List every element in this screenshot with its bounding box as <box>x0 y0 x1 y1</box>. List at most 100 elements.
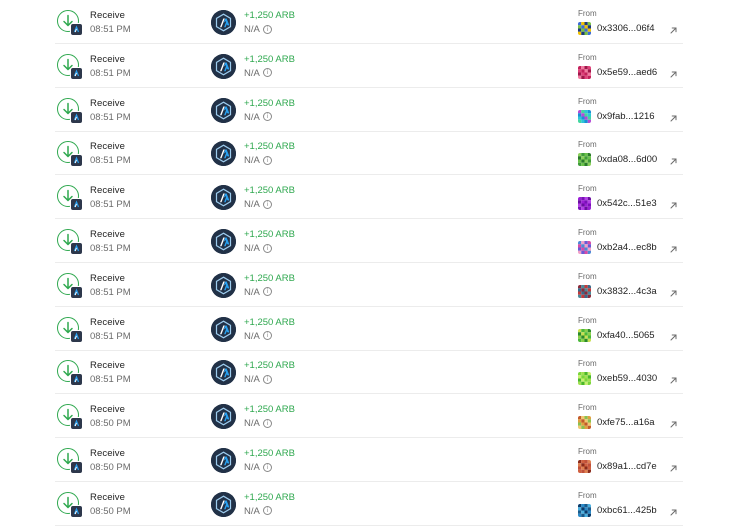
receive-icon <box>57 448 85 476</box>
receive-icon <box>57 53 85 82</box>
external-link-icon[interactable] <box>669 22 679 34</box>
transaction-time: 08:51 PM <box>90 24 131 35</box>
transaction-row[interactable]: Receive 08:50 PM +1,250 ARB N/A i From 0… <box>55 395 683 439</box>
from-label: From <box>578 140 597 150</box>
transaction-row[interactable]: Receive 08:51 PM +1,250 ARB N/A i From 0… <box>55 132 683 176</box>
transaction-type: Receive <box>90 229 126 240</box>
from-label: From <box>578 359 597 369</box>
arbitrum-token-icon <box>211 53 236 79</box>
info-icon[interactable]: i <box>263 374 272 384</box>
info-icon[interactable]: i <box>263 462 272 472</box>
arbitrum-badge-icon <box>70 461 83 474</box>
arbitrum-token-icon <box>211 404 236 430</box>
receive-icon <box>57 491 85 520</box>
from-address[interactable]: 0xda08...6d00 <box>597 154 657 165</box>
transaction-row[interactable]: Receive 08:51 PM +1,250 ARB N/A i From 0… <box>55 351 683 395</box>
arbitrum-badge-icon <box>70 285 83 299</box>
transaction-amount: +1,250 ARB <box>244 97 295 109</box>
address-avatar <box>578 153 591 167</box>
external-link-icon[interactable] <box>669 416 679 428</box>
transaction-time: 08:51 PM <box>90 67 131 79</box>
arbitrum-token-icon <box>211 229 236 254</box>
transaction-type: Receive <box>90 53 126 65</box>
arbitrum-badge-icon <box>70 417 83 431</box>
transaction-amount: +1,250 ARB <box>244 10 295 21</box>
address-avatar <box>578 197 591 211</box>
transaction-time: 08:51 PM <box>90 155 131 167</box>
transaction-type: Receive <box>90 10 126 21</box>
receive-icon <box>57 185 85 213</box>
external-link-icon[interactable] <box>669 329 679 341</box>
external-link-icon[interactable] <box>669 66 679 78</box>
info-icon[interactable]: i <box>263 506 272 516</box>
external-link-icon[interactable] <box>669 110 679 122</box>
from-label: From <box>578 315 597 325</box>
transaction-amount: +1,250 ARB <box>244 448 295 459</box>
from-address[interactable]: 0x3306...06f4 <box>597 23 655 34</box>
external-link-icon[interactable] <box>669 372 679 384</box>
transaction-type: Receive <box>90 491 126 503</box>
transaction-row[interactable]: Receive 08:51 PM +1,250 ARB N/A i From 0… <box>55 308 683 351</box>
transaction-row[interactable]: Receive 08:51 PM +1,250 ARB N/A i From 0… <box>55 45 683 88</box>
transaction-value: N/A <box>244 505 260 517</box>
transaction-time: 08:50 PM <box>90 462 131 473</box>
external-link-icon[interactable] <box>669 460 679 472</box>
info-icon[interactable]: i <box>263 24 272 34</box>
from-label: From <box>578 9 597 18</box>
external-link-icon[interactable] <box>669 197 679 209</box>
transaction-row[interactable]: Receive 08:50 PM +1,250 ARB N/A i From 0… <box>55 439 683 482</box>
address-avatar <box>578 503 591 517</box>
arbitrum-badge-icon <box>70 23 83 36</box>
from-address[interactable]: 0xfe75...a16a <box>597 417 655 428</box>
transaction-type: Receive <box>90 185 126 197</box>
from-address[interactable]: 0xeb59...4030 <box>597 373 657 384</box>
from-address[interactable]: 0x89a1...cd7e <box>597 461 657 472</box>
transaction-amount: +1,250 ARB <box>244 360 295 372</box>
from-address[interactable]: 0x542c...51e3 <box>597 198 657 209</box>
transaction-row[interactable]: Receive 08:51 PM +1,250 ARB N/A i From 0… <box>55 89 683 132</box>
arbitrum-badge-icon <box>70 373 83 387</box>
receive-icon <box>57 229 85 257</box>
transaction-value: N/A <box>244 243 260 254</box>
address-avatar <box>578 22 591 35</box>
transaction-row[interactable]: Receive 08:51 PM +1,250 ARB N/A i From 0… <box>55 220 683 263</box>
arbitrum-token-icon <box>211 491 236 517</box>
arbitrum-badge-icon <box>70 329 83 343</box>
info-icon[interactable]: i <box>263 243 272 253</box>
arbitrum-token-icon <box>211 360 236 386</box>
info-icon[interactable]: i <box>263 331 272 341</box>
from-address[interactable]: 0x5e59...aed6 <box>597 67 657 78</box>
from-address[interactable]: 0x3832...4c3a <box>597 286 657 297</box>
external-link-icon[interactable] <box>669 504 679 516</box>
transaction-type: Receive <box>90 97 126 109</box>
external-link-icon[interactable] <box>669 153 679 165</box>
info-icon[interactable]: i <box>263 155 272 165</box>
info-icon[interactable]: i <box>263 112 272 122</box>
info-icon[interactable]: i <box>263 199 272 209</box>
address-avatar <box>578 109 591 123</box>
transaction-type: Receive <box>90 360 126 372</box>
transaction-row[interactable]: Receive 08:50 PM +1,250 ARB N/A i From 0… <box>55 483 683 526</box>
address-avatar <box>578 241 591 254</box>
transaction-amount: +1,250 ARB <box>244 272 295 284</box>
transaction-amount: +1,250 ARB <box>244 141 295 153</box>
external-link-icon[interactable] <box>669 241 679 253</box>
external-link-icon[interactable] <box>669 285 679 297</box>
from-label: From <box>578 271 597 281</box>
info-icon[interactable]: i <box>263 68 272 78</box>
from-address[interactable]: 0xfa40...5065 <box>597 330 655 341</box>
transaction-amount: +1,250 ARB <box>244 229 295 240</box>
from-address[interactable]: 0x9fab...1216 <box>597 111 655 122</box>
transaction-row[interactable]: Receive 08:51 PM +1,250 ARB N/A i From 0… <box>55 176 683 220</box>
transaction-value: N/A <box>244 67 260 79</box>
info-icon[interactable]: i <box>263 287 272 297</box>
transaction-row[interactable]: Receive 08:51 PM +1,250 ARB N/A i From 0… <box>55 264 683 307</box>
from-address[interactable]: 0xb2a4...ec8b <box>597 242 657 253</box>
info-icon[interactable]: i <box>263 418 272 428</box>
transaction-row[interactable]: Receive 08:51 PM +1,250 ARB N/A i From 0… <box>55 1 683 44</box>
from-label: From <box>578 52 597 62</box>
transaction-value: N/A <box>244 330 260 342</box>
transaction-value: N/A <box>244 374 260 386</box>
from-address[interactable]: 0xbc61...425b <box>597 505 657 516</box>
receive-icon <box>57 10 85 38</box>
